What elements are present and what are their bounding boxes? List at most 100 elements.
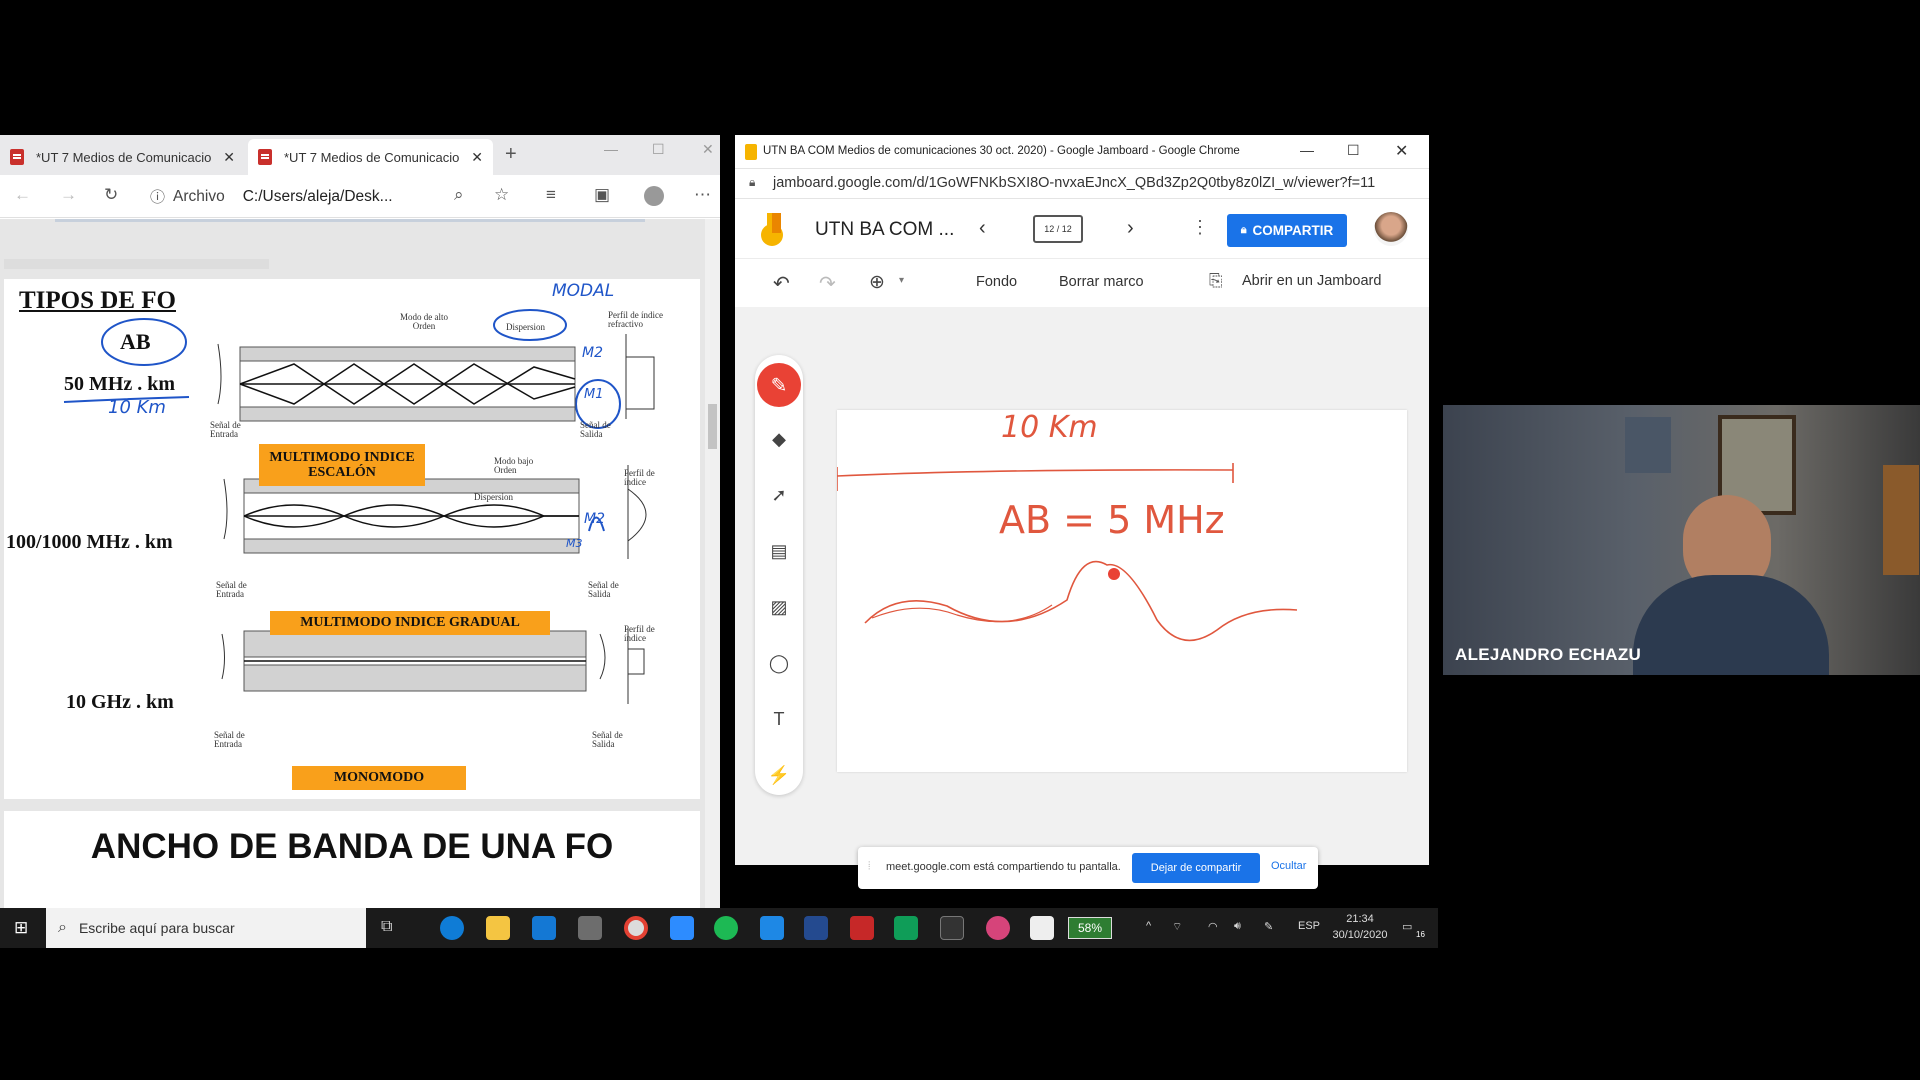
label-dispersion: Dispersion <box>506 322 545 332</box>
open-jamboard-icon[interactable]: ⎘ <box>1209 271 1223 291</box>
close-window-icon[interactable]: ✕ <box>702 141 714 158</box>
zoom-icon[interactable]: ⌕ <box>454 185 464 205</box>
shape-circle-icon[interactable]: ◯ <box>767 651 791 675</box>
open-in-jamboard-button[interactable]: Abrir en un Jamboard <box>1242 273 1381 289</box>
close-icon[interactable]: ✕ <box>223 149 235 166</box>
jamboard-frame[interactable]: 10 Km AB = 5 MHz <box>837 410 1407 772</box>
network-icon[interactable]: ⌔ <box>1172 920 1182 934</box>
share-button[interactable]: 🔒︎ COMPARTIR <box>1227 214 1347 247</box>
avatar[interactable] <box>1374 212 1408 246</box>
volume-icon[interactable]: 🔊︎ <box>1234 920 1241 933</box>
text-box-icon[interactable]: T <box>767 707 791 731</box>
jam-title[interactable]: UTN BA COM ... <box>815 219 954 241</box>
more-options-icon[interactable]: ⋮ <box>1191 217 1209 238</box>
windows-start-icon[interactable]: ⊞ <box>14 918 28 938</box>
collections-icon[interactable]: ▣ <box>594 185 610 205</box>
label-index-profile: Perfil de índice <box>624 468 655 488</box>
hide-button[interactable]: Ocultar <box>1271 860 1306 872</box>
previous-frame-icon[interactable]: ‹ <box>979 217 986 240</box>
filezilla-icon[interactable] <box>850 916 874 940</box>
background-button[interactable]: Fondo <box>976 274 1017 290</box>
label-step-index: MULTIMODO INDICE ESCALÓN <box>259 444 425 486</box>
chrome-icon[interactable] <box>624 916 648 940</box>
pen-tray-icon[interactable]: ✎ <box>1264 920 1273 933</box>
terminal-icon[interactable] <box>940 916 964 940</box>
more-icon[interactable]: ⋯ <box>694 185 711 205</box>
scrollbar-thumb[interactable] <box>708 404 717 449</box>
edge-tab-active[interactable]: *UT 7 Medios de Comunicacio ✕ <box>248 139 493 175</box>
outlook-icon[interactable] <box>532 916 556 940</box>
new-tab-icon[interactable]: + <box>505 143 517 166</box>
app-icon[interactable] <box>1030 916 1054 940</box>
label-low-order-mode: Modo bajo Orden <box>494 456 534 476</box>
spotify-icon[interactable] <box>714 916 738 940</box>
url-text: jamboard.google.com/d/1GoWFNKbSXI8O-nvxa… <box>773 175 1376 191</box>
edge-toolbar: ← → ↻ ⓘ Archivo C:/Users/aleja/Desk... ⌕… <box>0 175 720 218</box>
taskbar-search[interactable]: ⌕ Escribe aquí para buscar <box>46 908 366 948</box>
scrollbar[interactable] <box>705 219 720 908</box>
chevron-up-icon[interactable]: ^ <box>1146 920 1151 932</box>
minimize-icon[interactable]: — <box>1300 142 1314 158</box>
notification-count: 16 <box>1416 930 1425 939</box>
mail-icon[interactable] <box>804 916 828 940</box>
undo-icon[interactable]: ↶ <box>773 271 790 296</box>
maximize-icon[interactable]: ☐ <box>652 141 665 158</box>
app-icon[interactable] <box>894 916 918 940</box>
file-explorer-icon[interactable] <box>486 916 510 940</box>
pdf-icon <box>258 149 272 165</box>
app-icon[interactable] <box>578 916 602 940</box>
minimize-icon[interactable]: — <box>604 141 618 157</box>
hw-m3: M3 <box>566 537 583 550</box>
app-l-icon[interactable] <box>760 916 784 940</box>
forward-icon[interactable]: → <box>60 185 77 205</box>
redo-icon[interactable]: ↷ <box>819 271 836 296</box>
refresh-icon[interactable]: ↻ <box>104 185 118 205</box>
address-bar[interactable]: 🔒︎ jamboard.google.com/d/1GoWFNKbSXI8O-n… <box>735 169 1429 199</box>
edge-icon[interactable] <box>440 916 464 940</box>
task-view-icon[interactable]: ⧉ <box>381 918 392 936</box>
label-graded-index: MULTIMODO INDICE GRADUAL <box>270 611 550 635</box>
jamboard-header: UTN BA COM ... ‹ 12 / 12 › ⋮ 🔒︎ COMPARTI… <box>735 199 1429 259</box>
back-icon[interactable]: ← <box>14 185 31 205</box>
maximize-icon[interactable]: ☐ <box>1347 142 1360 159</box>
clock[interactable]: 21:34 30/10/2020 <box>1328 911 1392 943</box>
participant-name: ALEJANDRO ECHAZU <box>1455 645 1642 664</box>
edge-tab[interactable]: *UT 7 Medios de Comunicacio ✕ <box>0 139 245 175</box>
sticky-note-icon[interactable]: ▤ <box>767 539 791 563</box>
label-input-signal: Señal de Entrada <box>214 730 245 750</box>
clear-frame-button[interactable]: Borrar marco <box>1059 274 1144 290</box>
notifications-icon[interactable]: ▭ <box>1402 920 1412 933</box>
hw-ab: AB <box>120 329 151 354</box>
close-window-icon[interactable]: ✕ <box>1395 141 1408 161</box>
laser-icon[interactable]: ⚡ <box>767 763 791 787</box>
profile-avatar[interactable] <box>644 186 664 206</box>
clock-time: 21:34 <box>1346 913 1374 925</box>
label-index-profile: Perfil de índice <box>624 624 655 644</box>
frame-counter[interactable]: 12 / 12 <box>1033 215 1083 243</box>
pdf-viewport[interactable]: TIPOS DE FO AB MODAL 10 Km M2 M1 M2 M3 5… <box>0 219 705 908</box>
label-index-profile: Perfil de índice refractivo <box>608 310 663 330</box>
next-frame-icon[interactable]: › <box>1127 217 1134 240</box>
address-text: C:/Users/aleja/Desk... <box>242 187 393 205</box>
chevron-down-icon[interactable]: ▾ <box>899 275 904 286</box>
jamboard-logo <box>761 213 783 246</box>
drag-handle-icon[interactable]: ⦙ <box>868 860 870 873</box>
screen-share-banner: ⦙ meet.google.com está compartiendo tu p… <box>858 847 1318 889</box>
zoom-icon[interactable]: ⊕ <box>869 271 885 294</box>
image-icon[interactable]: ▨ <box>767 595 791 619</box>
select-arrow-icon[interactable]: ➚ <box>767 483 791 507</box>
address-bar[interactable]: ⓘ Archivo C:/Users/aleja/Desk... <box>150 181 495 212</box>
favorites-icon[interactable]: ≡ <box>546 185 556 205</box>
favorite-star-icon[interactable]: ☆ <box>494 185 509 205</box>
stop-sharing-button[interactable]: Dejar de compartir <box>1132 853 1260 883</box>
pen-icon[interactable]: ✎ <box>757 363 801 407</box>
battery-indicator[interactable]: 58% <box>1068 917 1112 939</box>
participant-video-tile[interactable]: ALEJANDRO ECHAZU <box>1443 405 1920 675</box>
app-icon[interactable] <box>986 916 1010 940</box>
edge-tab-strip: *UT 7 Medios de Comunicacio ✕ *UT 7 Medi… <box>0 135 720 175</box>
wifi-icon[interactable]: ◠ <box>1208 920 1218 933</box>
close-icon[interactable]: ✕ <box>471 149 483 166</box>
eraser-icon[interactable]: ◆ <box>767 427 791 451</box>
language-indicator[interactable]: ESP <box>1298 920 1320 932</box>
zoom-app-icon[interactable] <box>670 916 694 940</box>
